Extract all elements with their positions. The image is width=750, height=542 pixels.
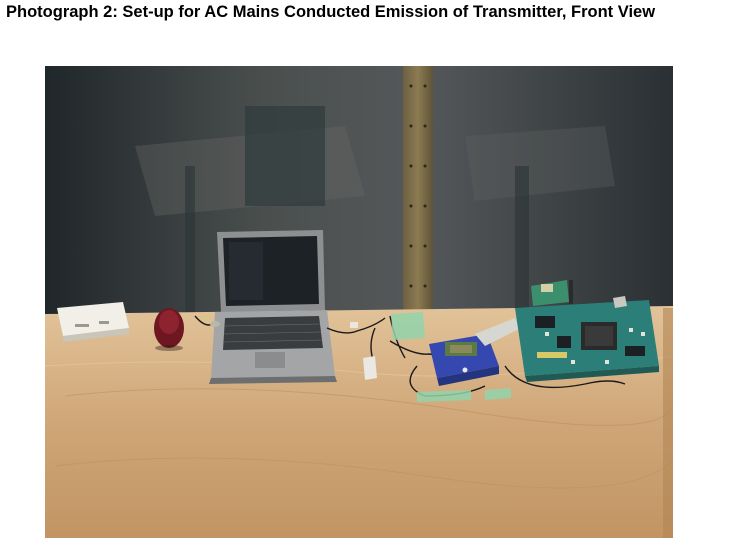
setup-photograph <box>45 66 673 538</box>
laptop <box>209 230 337 384</box>
usb-adapter <box>363 356 377 380</box>
photo-caption: Photograph 2: Set-up for AC Mains Conduc… <box>6 3 656 21</box>
wooden-strip <box>403 66 433 316</box>
wall-shadow <box>245 106 325 206</box>
laptop-touchpad <box>255 352 285 368</box>
